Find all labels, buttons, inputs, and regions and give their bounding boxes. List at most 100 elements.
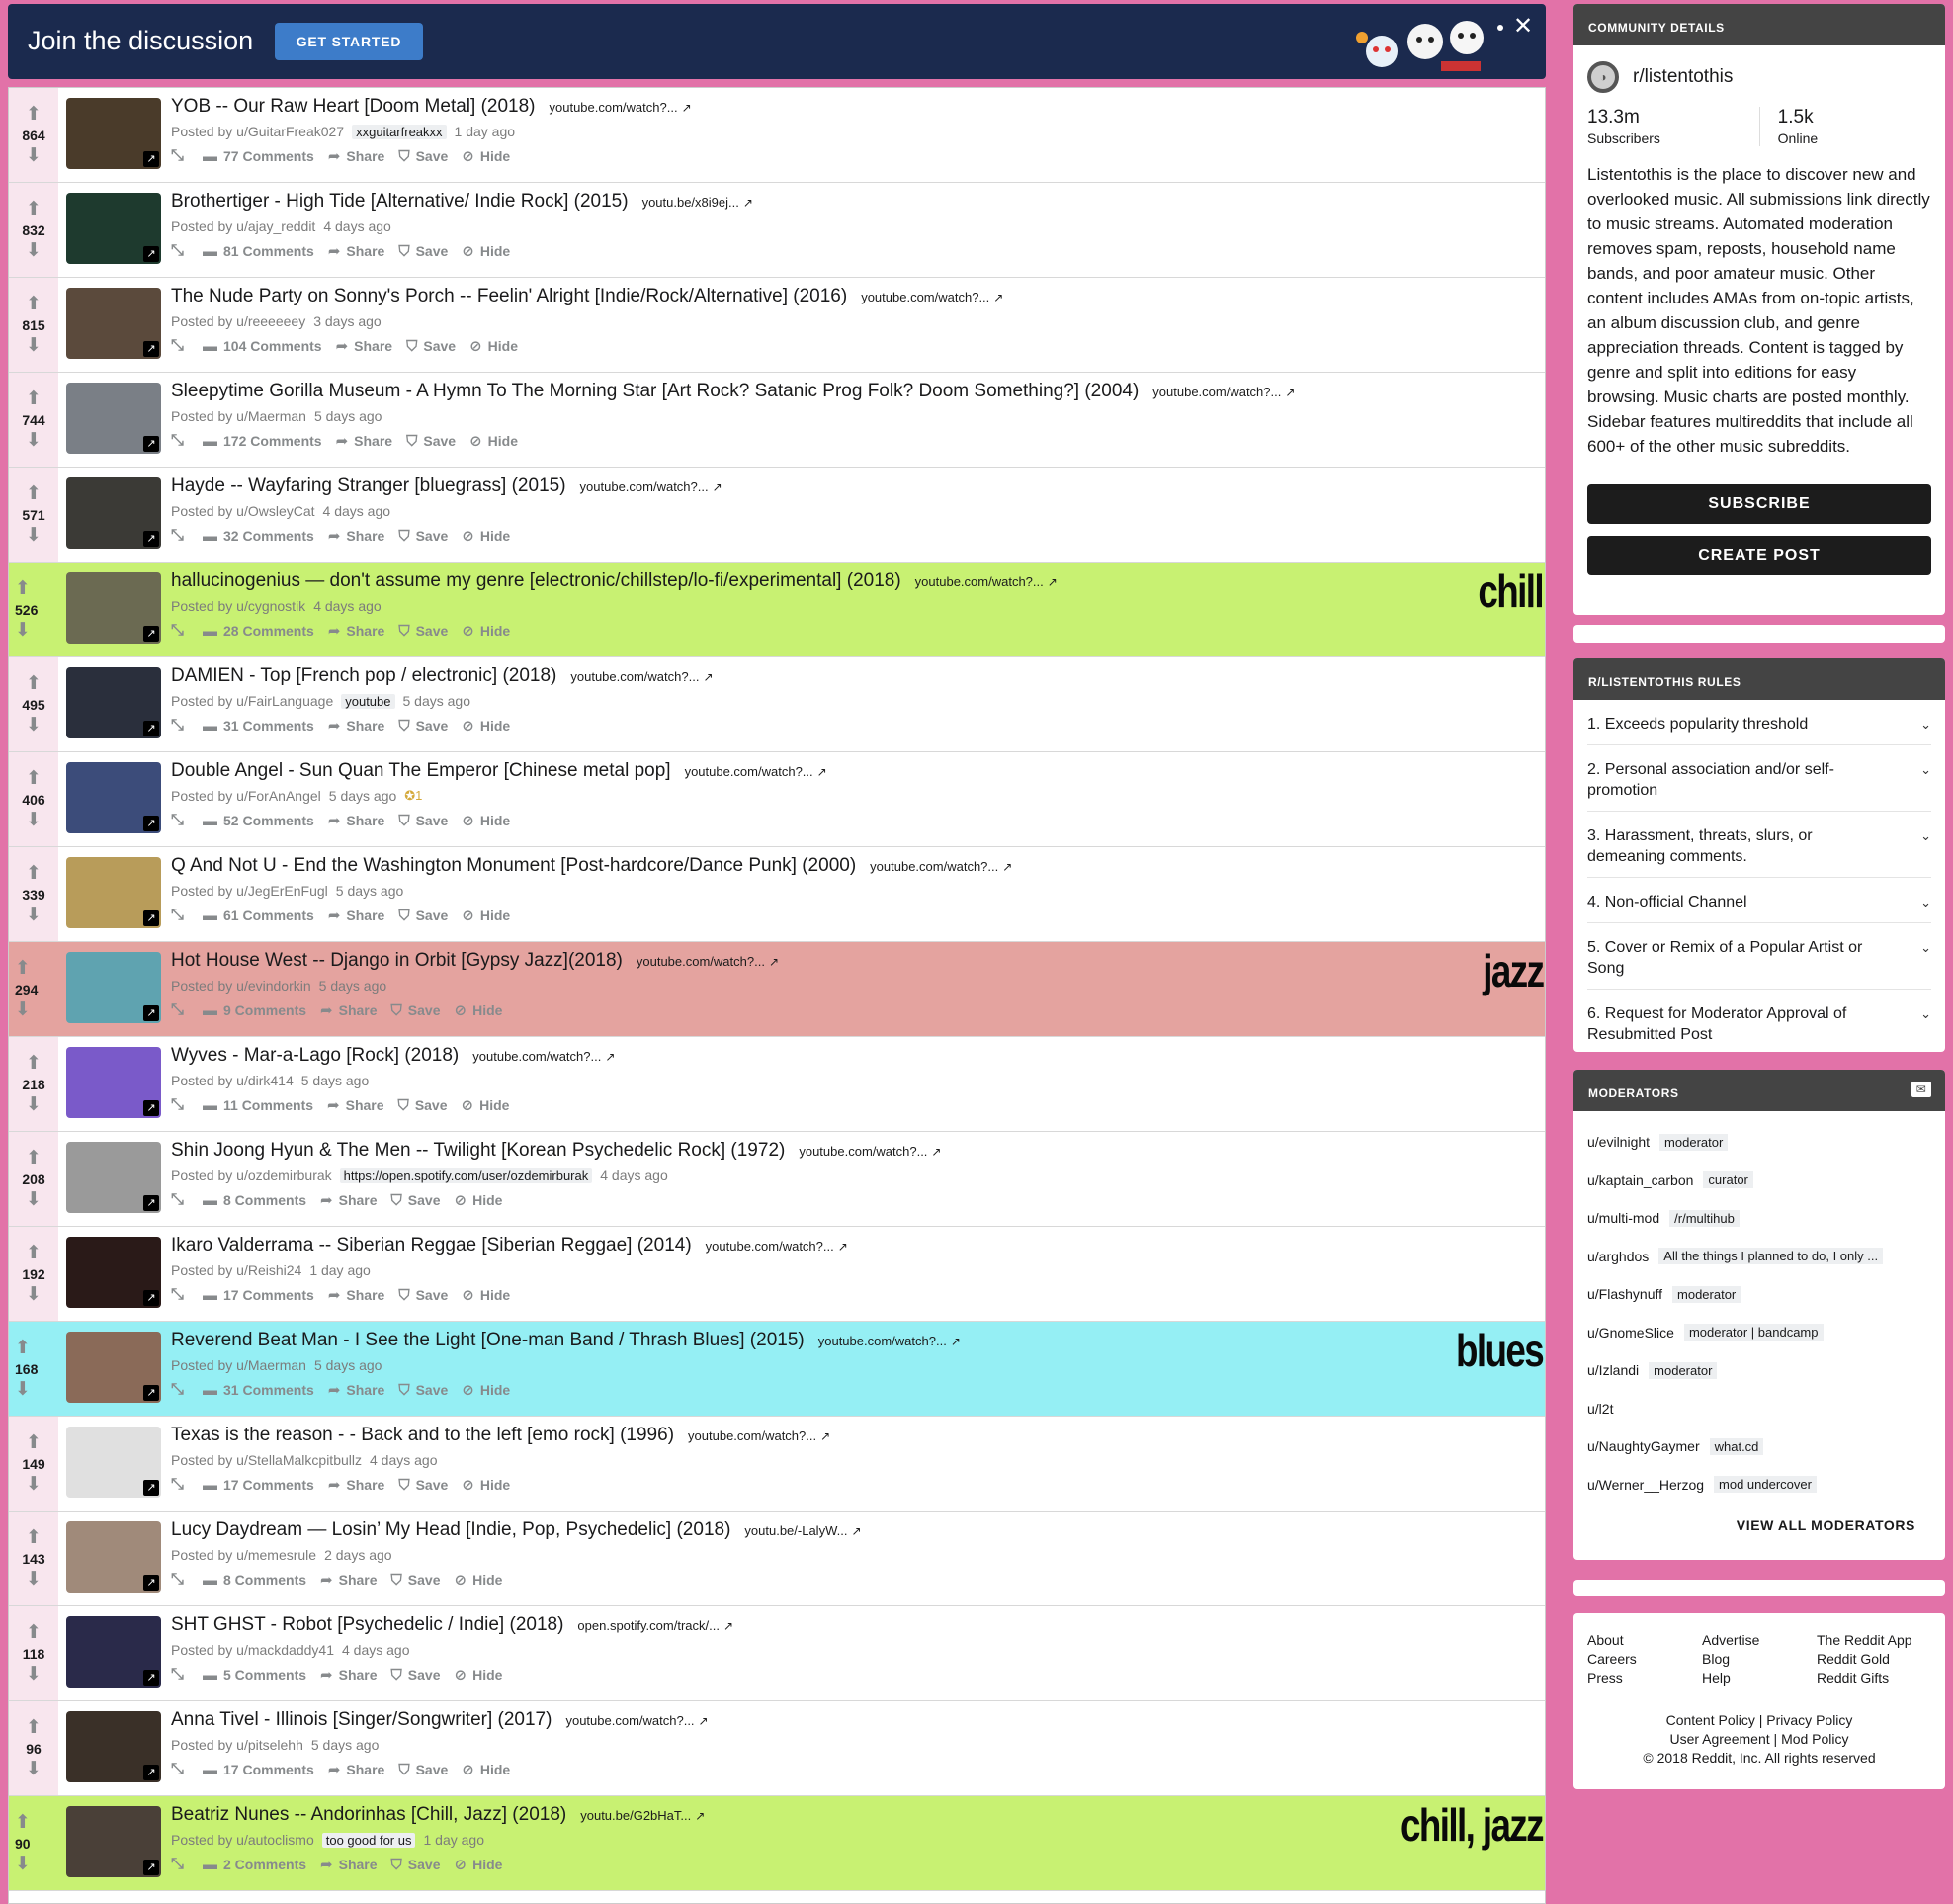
upvote-icon[interactable]: ⬆ (13, 1813, 33, 1832)
post-domain-link[interactable]: youtube.com/watch?... ↗ (550, 100, 692, 115)
expand-icon[interactable]: ⤡ (171, 1286, 189, 1304)
view-all-moderators-link[interactable]: VIEW ALL MODERATORS (1573, 1504, 1945, 1533)
downvote-icon[interactable]: ⬇ (24, 431, 43, 450)
post-title[interactable]: DAMIEN - Top [French pop / electronic] (… (171, 665, 556, 687)
comments-button[interactable]: ▬ 81 Comments (203, 243, 314, 260)
post-title[interactable]: hallucinogenius — don't assume my genre … (171, 570, 901, 592)
expand-icon[interactable]: ⤡ (171, 1856, 189, 1873)
upvote-icon[interactable]: ⬆ (24, 1718, 43, 1737)
downvote-icon[interactable]: ⬇ (24, 906, 43, 924)
post-domain-link[interactable]: youtube.com/watch?... ↗ (637, 954, 779, 969)
post-domain-link[interactable]: youtu.be/G2bHaT... ↗ (580, 1808, 705, 1823)
comments-button[interactable]: ▬ 8 Comments (203, 1192, 306, 1209)
save-button[interactable]: ⛉ Save (391, 1857, 441, 1873)
save-button[interactable]: ⛉ Save (398, 243, 448, 260)
share-button[interactable]: ➦ Share (328, 717, 385, 735)
hide-button[interactable]: ⊘ Hide (462, 527, 510, 545)
upvote-icon[interactable]: ⬆ (24, 864, 43, 883)
post-author[interactable]: Posted by u/evindorkin (171, 978, 311, 994)
post-thumbnail[interactable]: ↗ (66, 288, 161, 359)
post-author[interactable]: Posted by u/StellaMalkcpitbullz (171, 1452, 362, 1468)
post-title[interactable]: Shin Joong Hyun & The Men -- Twilight [K… (171, 1140, 785, 1162)
save-button[interactable]: ⛉ Save (398, 1762, 448, 1778)
post-title[interactable]: Q And Not U - End the Washington Monumen… (171, 855, 856, 877)
post-domain-link[interactable]: youtube.com/watch?... ↗ (565, 1713, 708, 1728)
moderator-name[interactable]: u/evilnight (1587, 1134, 1650, 1150)
chevron-down-icon[interactable]: ⌄ (1920, 759, 1931, 801)
downvote-icon[interactable]: ⬇ (13, 1000, 33, 1019)
comments-button[interactable]: ▬ 2 Comments (203, 1857, 306, 1873)
expand-icon[interactable]: ⤡ (171, 1761, 189, 1778)
hide-button[interactable]: ⊘ Hide (462, 242, 510, 260)
comments-button[interactable]: ▬ 5 Comments (203, 1667, 306, 1684)
upvote-icon[interactable]: ⬆ (24, 1433, 43, 1452)
post-domain-link[interactable]: youtube.com/watch?... ↗ (580, 479, 722, 494)
post-thumbnail[interactable]: ↗ (66, 667, 161, 738)
save-button[interactable]: ⛉ Save (398, 908, 448, 924)
expand-icon[interactable]: ⤡ (171, 432, 189, 450)
post-domain-link[interactable]: youtube.com/watch?... ↗ (915, 574, 1058, 589)
post-domain-link[interactable]: youtube.com/watch?... ↗ (706, 1239, 848, 1254)
footer-link[interactable]: Press (1587, 1669, 1702, 1688)
post-author[interactable]: Posted by u/pitselehh (171, 1737, 303, 1753)
post-title[interactable]: Brothertiger - High Tide [Alternative/ I… (171, 191, 629, 213)
upvote-icon[interactable]: ⬆ (24, 484, 43, 503)
hide-button[interactable]: ⊘ Hide (462, 1096, 510, 1114)
comments-button[interactable]: ▬ 32 Comments (203, 528, 314, 545)
post-title[interactable]: Hot House West -- Django in Orbit [Gypsy… (171, 950, 623, 972)
post-thumbnail[interactable]: ↗ (66, 1047, 161, 1118)
upvote-icon[interactable]: ⬆ (24, 1149, 43, 1168)
comments-button[interactable]: ▬ 17 Comments (203, 1477, 314, 1494)
message-mods-icon[interactable]: ✉ (1911, 1082, 1931, 1097)
moderator-name[interactable]: u/Izlandi (1587, 1362, 1639, 1378)
save-button[interactable]: ⛉ Save (398, 1097, 448, 1114)
share-button[interactable]: ➦ Share (320, 1571, 378, 1589)
save-button[interactable]: ⛉ Save (391, 1667, 441, 1684)
footer-link[interactable]: Careers (1587, 1650, 1702, 1669)
share-button[interactable]: ➦ Share (328, 622, 385, 640)
post-thumbnail[interactable]: ↗ (66, 1427, 161, 1498)
upvote-icon[interactable]: ⬆ (13, 579, 33, 598)
post-domain-link[interactable]: open.spotify.com/track/... ↗ (577, 1618, 733, 1633)
create-post-button[interactable]: CREATE POST (1587, 536, 1931, 575)
comments-button[interactable]: ▬ 9 Comments (203, 1002, 306, 1019)
save-button[interactable]: ⛉ Save (398, 718, 448, 735)
post-author[interactable]: Posted by u/mackdaddy41 (171, 1642, 334, 1658)
hide-button[interactable]: ⊘ Hide (462, 1381, 510, 1399)
post-domain-link[interactable]: youtube.com/watch?... ↗ (685, 764, 827, 779)
expand-icon[interactable]: ⤡ (171, 527, 189, 545)
comments-button[interactable]: ▬ 77 Comments (203, 148, 314, 165)
share-button[interactable]: ➦ Share (320, 1001, 378, 1019)
comments-button[interactable]: ▬ 104 Comments (203, 338, 322, 355)
post-domain-link[interactable]: youtube.com/watch?... ↗ (1152, 385, 1295, 399)
moderator-name[interactable]: u/Flashynuff (1587, 1286, 1662, 1302)
downvote-icon[interactable]: ⬇ (13, 1380, 33, 1399)
moderator-name[interactable]: u/NaughtyGaymer (1587, 1438, 1700, 1454)
comments-button[interactable]: ▬ 31 Comments (203, 1382, 314, 1399)
privacy-policy-link[interactable]: Privacy Policy (1766, 1712, 1852, 1728)
hide-button[interactable]: ⊘ Hide (455, 1001, 503, 1019)
user-agreement-link[interactable]: User Agreement (1669, 1731, 1769, 1747)
post-thumbnail[interactable]: ↗ (66, 952, 161, 1023)
chevron-down-icon[interactable]: ⌄ (1920, 825, 1931, 867)
expand-icon[interactable]: ⤡ (171, 147, 189, 165)
share-button[interactable]: ➦ Share (327, 1096, 384, 1114)
upvote-icon[interactable]: ⬆ (24, 674, 43, 693)
share-button[interactable]: ➦ Share (328, 1381, 385, 1399)
comments-button[interactable]: ▬ 31 Comments (203, 718, 314, 735)
post-author[interactable]: Posted by u/ajay_reddit (171, 218, 315, 234)
rule-item[interactable]: 1. Exceeds popularity threshold ⌄ (1587, 700, 1931, 745)
post-author[interactable]: Posted by u/Maerman (171, 408, 306, 424)
hide-button[interactable]: ⊘ Hide (455, 1856, 503, 1873)
hide-button[interactable]: ⊘ Hide (455, 1666, 503, 1684)
subreddit-name[interactable]: r/listentothis (1633, 66, 1733, 88)
upvote-icon[interactable]: ⬆ (24, 200, 43, 218)
hide-button[interactable]: ⊘ Hide (462, 1761, 510, 1778)
moderator-name[interactable]: u/arghdos (1587, 1249, 1649, 1264)
upvote-icon[interactable]: ⬆ (13, 1339, 33, 1357)
expand-icon[interactable]: ⤡ (171, 1001, 189, 1019)
save-button[interactable]: ⛉ Save (398, 1287, 448, 1304)
share-button[interactable]: ➦ Share (336, 337, 393, 355)
expand-icon[interactable]: ⤡ (171, 1096, 189, 1114)
post-author[interactable]: Posted by u/ozdemirburak (171, 1168, 332, 1183)
